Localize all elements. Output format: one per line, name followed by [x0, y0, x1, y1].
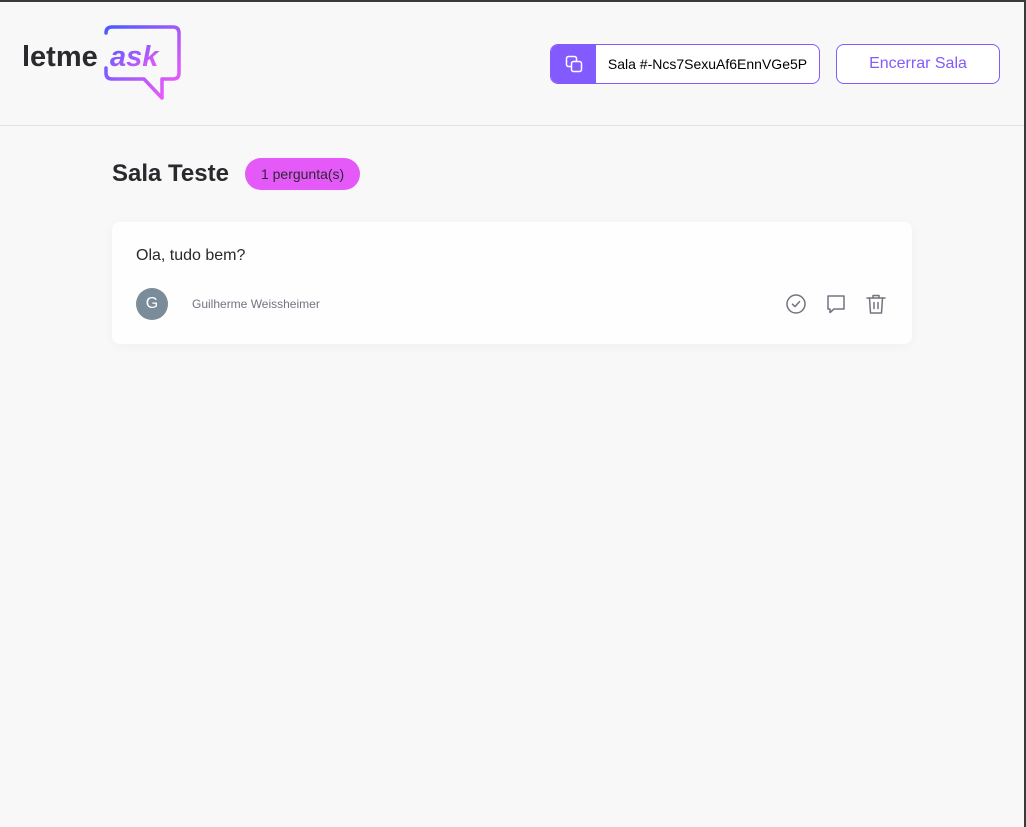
- trash-icon: [866, 294, 886, 314]
- check-circle-icon: [786, 294, 806, 314]
- avatar: G: [136, 288, 168, 320]
- room-title-row: Sala Teste 1 pergunta(s): [112, 158, 361, 190]
- question-footer: G Guilherme Weissheimer: [136, 288, 888, 320]
- question-content: Ola, tudo bem?: [136, 247, 246, 264]
- logo-text-accent: ask: [110, 41, 160, 73]
- delete-question-button[interactable]: [864, 292, 888, 316]
- question-author: G Guilherme Weissheimer: [136, 288, 320, 320]
- letmeask-logo[interactable]: letme ask: [22, 25, 182, 103]
- author-name: Guilherme Weissheimer: [192, 297, 320, 311]
- question-count-badge: 1 pergunta(s): [244, 158, 361, 190]
- page-header: letme ask Sala #-Ncs7SexuAf6EnnVGe5P Enc…: [0, 0, 1024, 126]
- answer-icon: [827, 295, 845, 314]
- highlight-question-button[interactable]: [824, 292, 848, 316]
- logo-text-plain: letme: [22, 41, 98, 73]
- question-actions: [784, 292, 888, 316]
- end-room-button[interactable]: Encerrar Sala: [836, 44, 1000, 84]
- check-question-button[interactable]: [784, 292, 808, 316]
- room-code-label: Sala #-Ncs7SexuAf6EnnVGe5P: [607, 56, 808, 72]
- room-code-button[interactable]: Sala #-Ncs7SexuAf6EnnVGe5P: [550, 44, 820, 84]
- question-card: Ola, tudo bem? G Guilherme Weissheimer: [112, 222, 912, 344]
- copy-icon: [551, 45, 596, 83]
- room-title: Sala Teste: [112, 160, 229, 187]
